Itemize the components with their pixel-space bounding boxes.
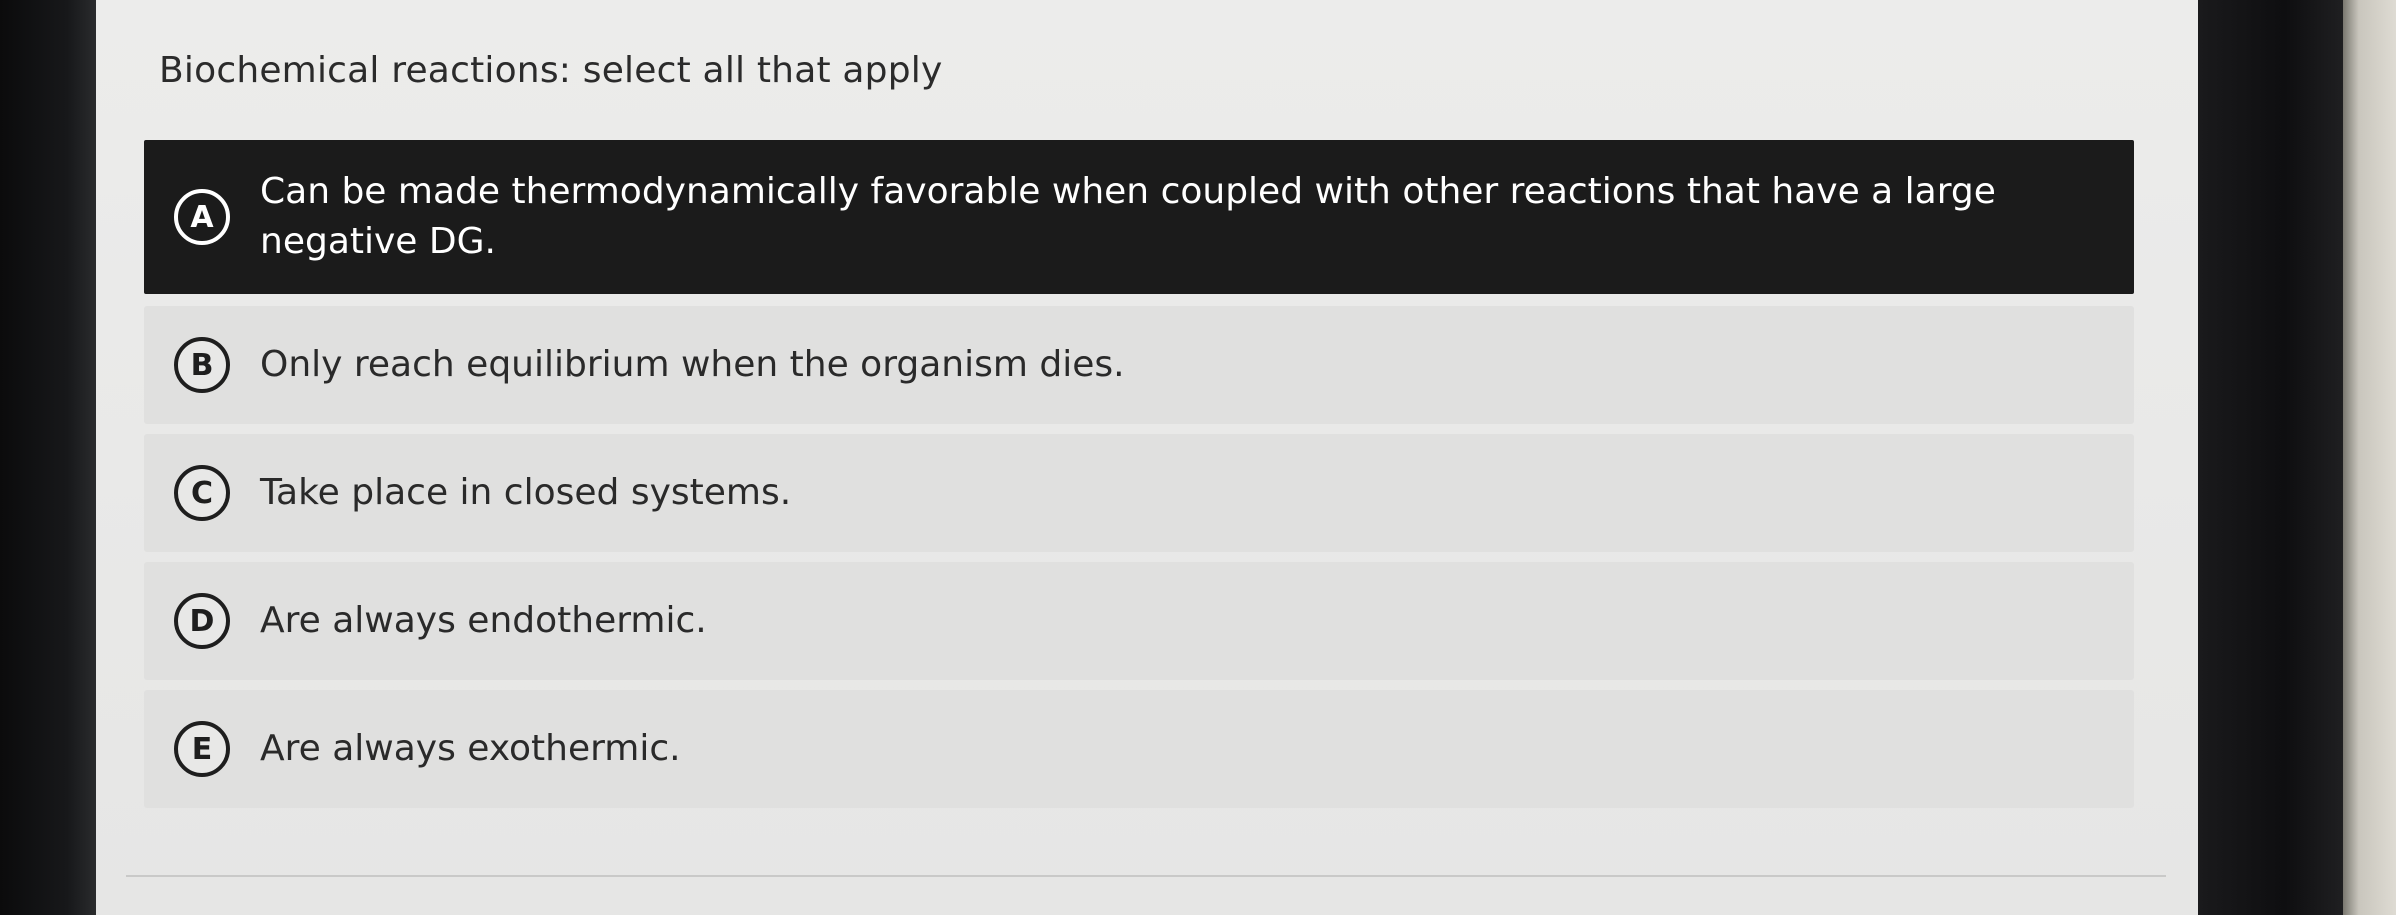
option-c-letter-badge: C [174, 465, 230, 521]
option-c[interactable]: C Take place in closed systems. [144, 434, 2134, 552]
section-divider [126, 875, 2166, 877]
monitor-bezel-left [0, 0, 96, 915]
option-b-text: Only reach equilibrium when the organism… [260, 344, 1125, 385]
background-wall [2343, 0, 2396, 915]
quiz-screen: Biochemical reactions: select all that a… [96, 0, 2198, 915]
option-d[interactable]: D Are always endothermic. [144, 562, 2134, 680]
option-b[interactable]: B Only reach equilibrium when the organi… [144, 306, 2134, 424]
answer-options: A Can be made thermodynamically favorabl… [144, 140, 2134, 818]
option-d-letter-badge: D [174, 593, 230, 649]
option-b-letter-badge: B [174, 337, 230, 393]
option-c-text: Take place in closed systems. [260, 472, 792, 513]
option-e-letter-badge: E [174, 721, 230, 777]
option-a[interactable]: A Can be made thermodynamically favorabl… [144, 140, 2134, 294]
question-title: Biochemical reactions: select all that a… [159, 50, 943, 91]
option-e-text: Are always exothermic. [260, 728, 681, 769]
option-e[interactable]: E Are always exothermic. [144, 690, 2134, 808]
monitor-bezel-right [2198, 0, 2343, 915]
option-a-letter-badge: A [174, 189, 230, 245]
option-d-text: Are always endothermic. [260, 600, 707, 641]
option-a-text: Can be made thermodynamically favorable … [260, 171, 1996, 262]
